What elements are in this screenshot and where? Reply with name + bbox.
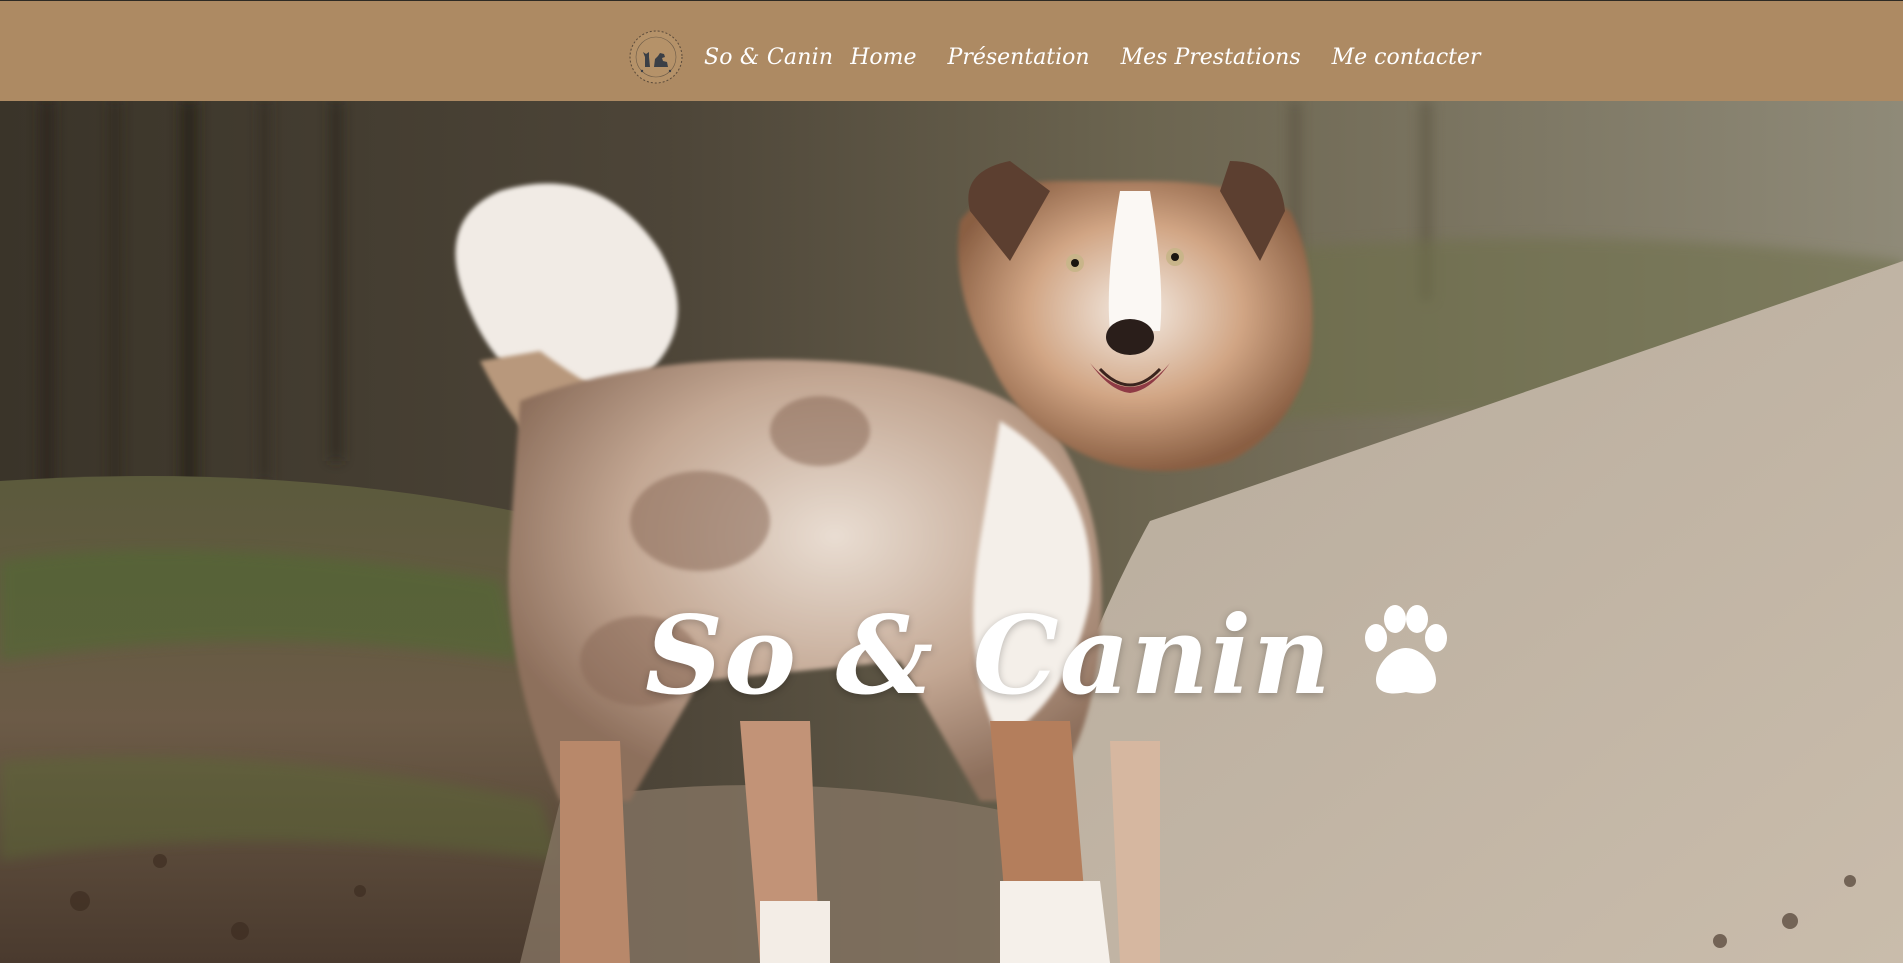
hero-title: So & Canin (645, 593, 1458, 719)
site-header: So & Canin Home Présentation Mes Prestat… (0, 0, 1903, 101)
hero-section: So & Canin (0, 101, 1903, 963)
australian-shepherd-dog-photo (0, 101, 1903, 963)
paw-icon (1364, 605, 1447, 694)
nav-prestations-link[interactable]: Mes Prestations (1121, 45, 1301, 70)
nav-contact-link[interactable]: Me contacter (1332, 45, 1481, 70)
nav-presentation-link[interactable]: Présentation (948, 45, 1090, 70)
brand-name[interactable]: So & Canin (704, 45, 833, 70)
hero-title-text: So & Canin (645, 593, 1332, 720)
nav-home-link[interactable]: Home (850, 45, 916, 70)
dog-cat-logo-icon[interactable] (628, 29, 684, 85)
main-navigation: So & Canin Home Présentation Mes Prestat… (628, 29, 1512, 85)
